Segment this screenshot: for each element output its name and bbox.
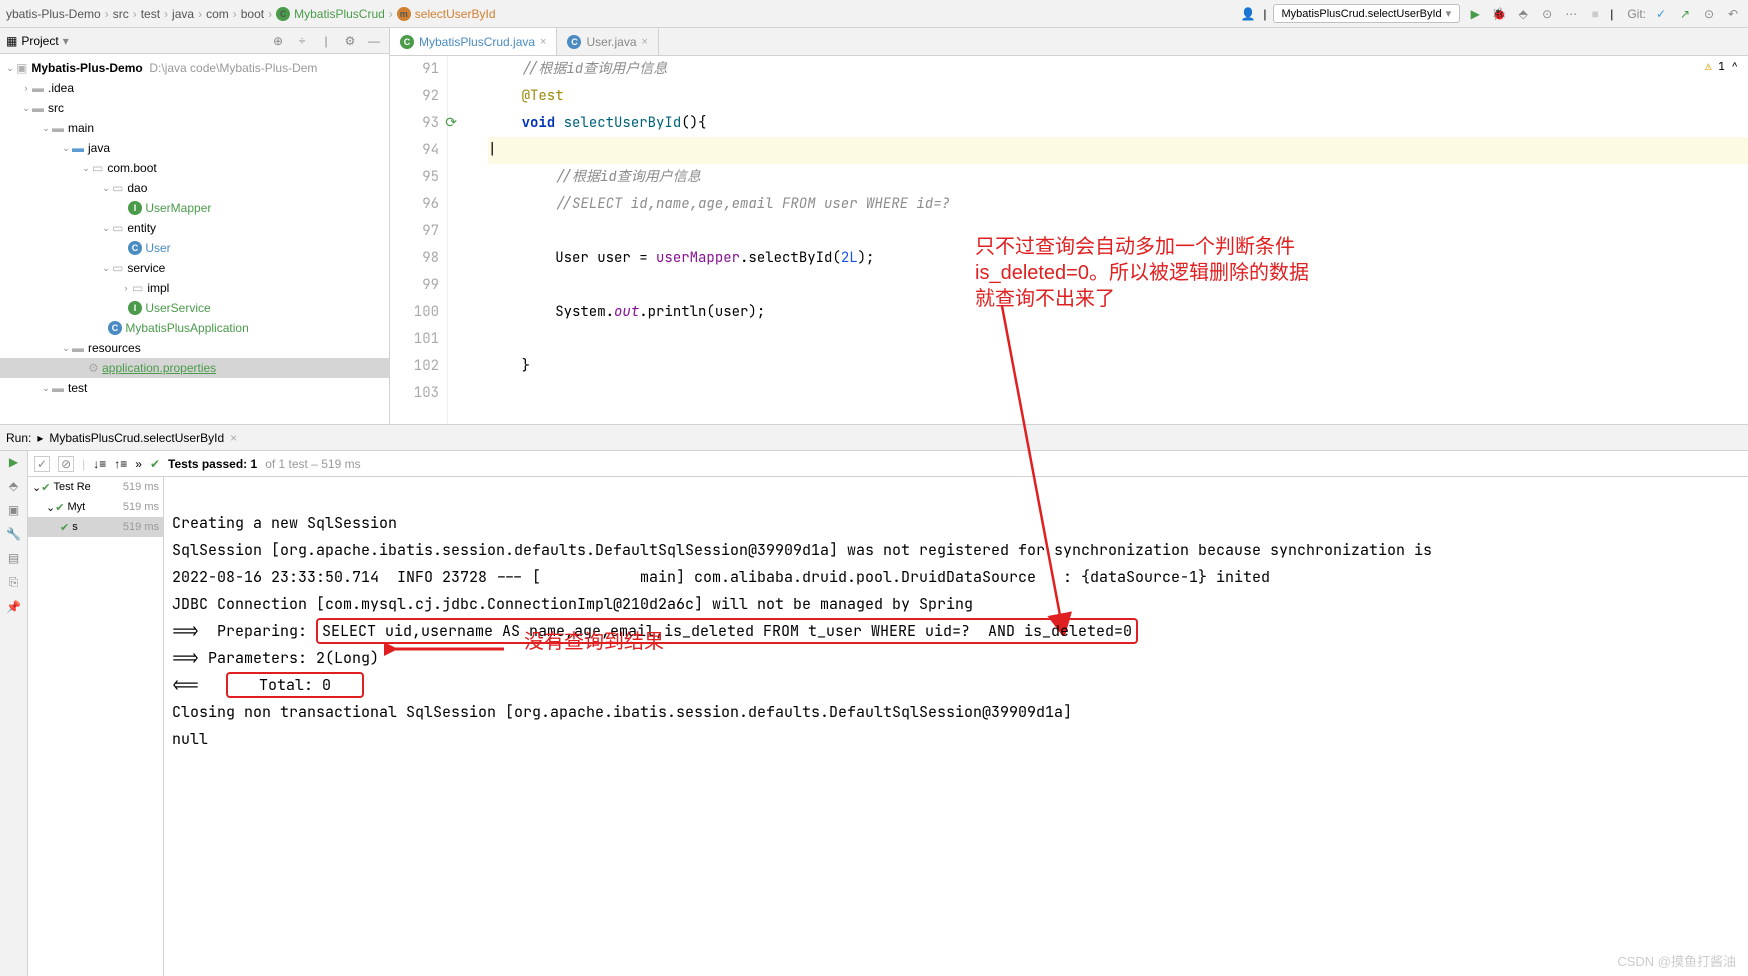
test-status-bar: ✓ ⊘ | ↓≡ ↑≡ » ✔ Tests passed: 1 of 1 tes… bbox=[28, 451, 1748, 477]
annotation-text: 没有查询到结果 bbox=[524, 629, 664, 655]
more-icon[interactable]: » bbox=[135, 457, 142, 471]
tab-user[interactable]: C User.java × bbox=[557, 28, 658, 55]
run-tab[interactable]: MybatisPlusCrud.selectUserById bbox=[49, 431, 224, 445]
settings-icon[interactable]: ⚙ bbox=[341, 32, 359, 50]
expand-icon[interactable]: ÷ bbox=[293, 32, 311, 50]
crumb-class[interactable]: MybatisPlusCrud bbox=[294, 7, 385, 21]
crumb[interactable]: test bbox=[141, 7, 160, 21]
git-pull-icon[interactable]: ✓ bbox=[1652, 5, 1670, 23]
class-icon: C bbox=[400, 35, 414, 49]
git-history-icon[interactable]: ⊙ bbox=[1700, 5, 1718, 23]
wrench-icon[interactable]: 🔧 bbox=[6, 527, 21, 541]
coverage-button[interactable]: ⬘ bbox=[1514, 5, 1532, 23]
hide-icon[interactable]: — bbox=[365, 32, 383, 50]
collapse-icon[interactable]: | bbox=[317, 32, 335, 50]
filter-icon[interactable]: ↑≡ bbox=[114, 457, 127, 471]
crumb[interactable]: com bbox=[206, 7, 229, 21]
check-icon[interactable]: ✓ bbox=[34, 456, 50, 472]
tests-passed-label: Tests passed: 1 bbox=[168, 457, 257, 471]
annotation-text: 只不过查询会自动多加一个判断条件 is_deleted=0。所以被逻辑删除的数据… bbox=[975, 234, 1309, 312]
tests-total-label: of 1 test – 519 ms bbox=[265, 457, 360, 471]
toggle-button[interactable]: ▣ bbox=[8, 503, 19, 517]
crumb[interactable]: ybatis-Plus-Demo bbox=[6, 7, 101, 21]
crumb-method[interactable]: selectUserById bbox=[415, 7, 496, 21]
export-icon[interactable]: ⎘ bbox=[9, 575, 19, 590]
project-panel-title[interactable]: ▦Project▾ bbox=[6, 34, 269, 48]
navigation-bar: ybatis-Plus-Demo› src› test› java› com› … bbox=[0, 0, 1748, 28]
crumb[interactable]: boot bbox=[241, 7, 264, 21]
rerun-button[interactable]: ▶ bbox=[9, 455, 18, 469]
console-output[interactable]: Creating a new SqlSession SqlSession [or… bbox=[164, 477, 1748, 976]
stop-tests-button[interactable]: ⬘ bbox=[9, 479, 18, 493]
run-toolbar: ▶ ⬘ ▣ 🔧 ▤ ⎘ 📌 bbox=[0, 451, 28, 976]
method-icon: m bbox=[397, 7, 411, 21]
test-tree[interactable]: ⌄✔ Test Re519 ms ⌄✔ Myt519 ms ✔ s519 ms bbox=[28, 477, 164, 976]
close-icon[interactable]: × bbox=[230, 431, 237, 445]
class-icon: C bbox=[276, 7, 290, 21]
breadcrumb: ybatis-Plus-Demo› src› test› java› com› … bbox=[6, 7, 1239, 21]
inspection-badge[interactable]: ⚠ 1 ^ bbox=[1705, 60, 1738, 74]
watermark: CSDN @摸鱼打酱油 bbox=[1617, 951, 1736, 970]
run-label: Run: bbox=[6, 431, 31, 445]
editor: C MybatisPlusCrud.java × C User.java × 9… bbox=[390, 28, 1748, 424]
run-button[interactable]: ▶ bbox=[1466, 5, 1484, 23]
stop-button[interactable]: ■ bbox=[1586, 5, 1604, 23]
crumb[interactable]: src bbox=[113, 7, 129, 21]
git-revert-icon[interactable]: ↶ bbox=[1724, 5, 1742, 23]
project-tool-window: ▦Project▾ ⊕ ÷ | ⚙ — ⌄▣Mybatis-Plus-Demo … bbox=[0, 28, 390, 424]
gutter: 91 92 93 ⟳ 94 95 96 97 98 99 100 101 102… bbox=[390, 56, 448, 424]
sort-icon[interactable]: ↓≡ bbox=[93, 457, 106, 471]
git-push-icon[interactable]: ↗ bbox=[1676, 5, 1694, 23]
tab-mybatispluscrud[interactable]: C MybatisPlusCrud.java × bbox=[390, 28, 557, 55]
highlighted-total: Total: 0 bbox=[226, 672, 364, 698]
debug-button[interactable]: 🐞 bbox=[1490, 5, 1508, 23]
run-tool-window: Run: ▸ MybatisPlusCrud.selectUserById × … bbox=[0, 424, 1748, 976]
check-icon: ✔ bbox=[150, 457, 160, 471]
run-config-dropdown[interactable]: MybatisPlusCrud.selectUserById ▾ bbox=[1273, 4, 1461, 23]
profile-button[interactable]: ⊙ bbox=[1538, 5, 1556, 23]
toolbar: 👤 | MybatisPlusCrud.selectUserById ▾ ▶ 🐞… bbox=[1239, 4, 1742, 23]
highlighted-sql: SELECT uid,username AS name,age,email,is… bbox=[316, 618, 1138, 644]
layout-icon[interactable]: ▤ bbox=[8, 551, 19, 565]
class-icon: C bbox=[108, 321, 122, 335]
crumb[interactable]: java bbox=[172, 7, 194, 21]
run-config-label: MybatisPlusCrud.selectUserById bbox=[1282, 8, 1442, 20]
git-label: Git: bbox=[1627, 7, 1646, 21]
editor-tabs: C MybatisPlusCrud.java × C User.java × bbox=[390, 28, 1748, 56]
add-user-icon[interactable]: 👤 bbox=[1239, 5, 1257, 23]
close-icon[interactable]: × bbox=[540, 36, 546, 48]
close-icon[interactable]: × bbox=[642, 36, 648, 48]
locate-icon[interactable]: ⊕ bbox=[269, 32, 287, 50]
class-icon: C bbox=[567, 35, 581, 49]
interface-icon: I bbox=[128, 201, 142, 215]
interface-icon: I bbox=[128, 301, 142, 315]
class-icon: C bbox=[128, 241, 142, 255]
project-tree[interactable]: ⌄▣Mybatis-Plus-Demo D:\java code\Mybatis… bbox=[0, 54, 389, 424]
pin-icon[interactable]: 📌 bbox=[6, 600, 21, 614]
cancel-icon[interactable]: ⊘ bbox=[58, 456, 74, 472]
more-run-button[interactable]: ⋯ bbox=[1562, 5, 1580, 23]
